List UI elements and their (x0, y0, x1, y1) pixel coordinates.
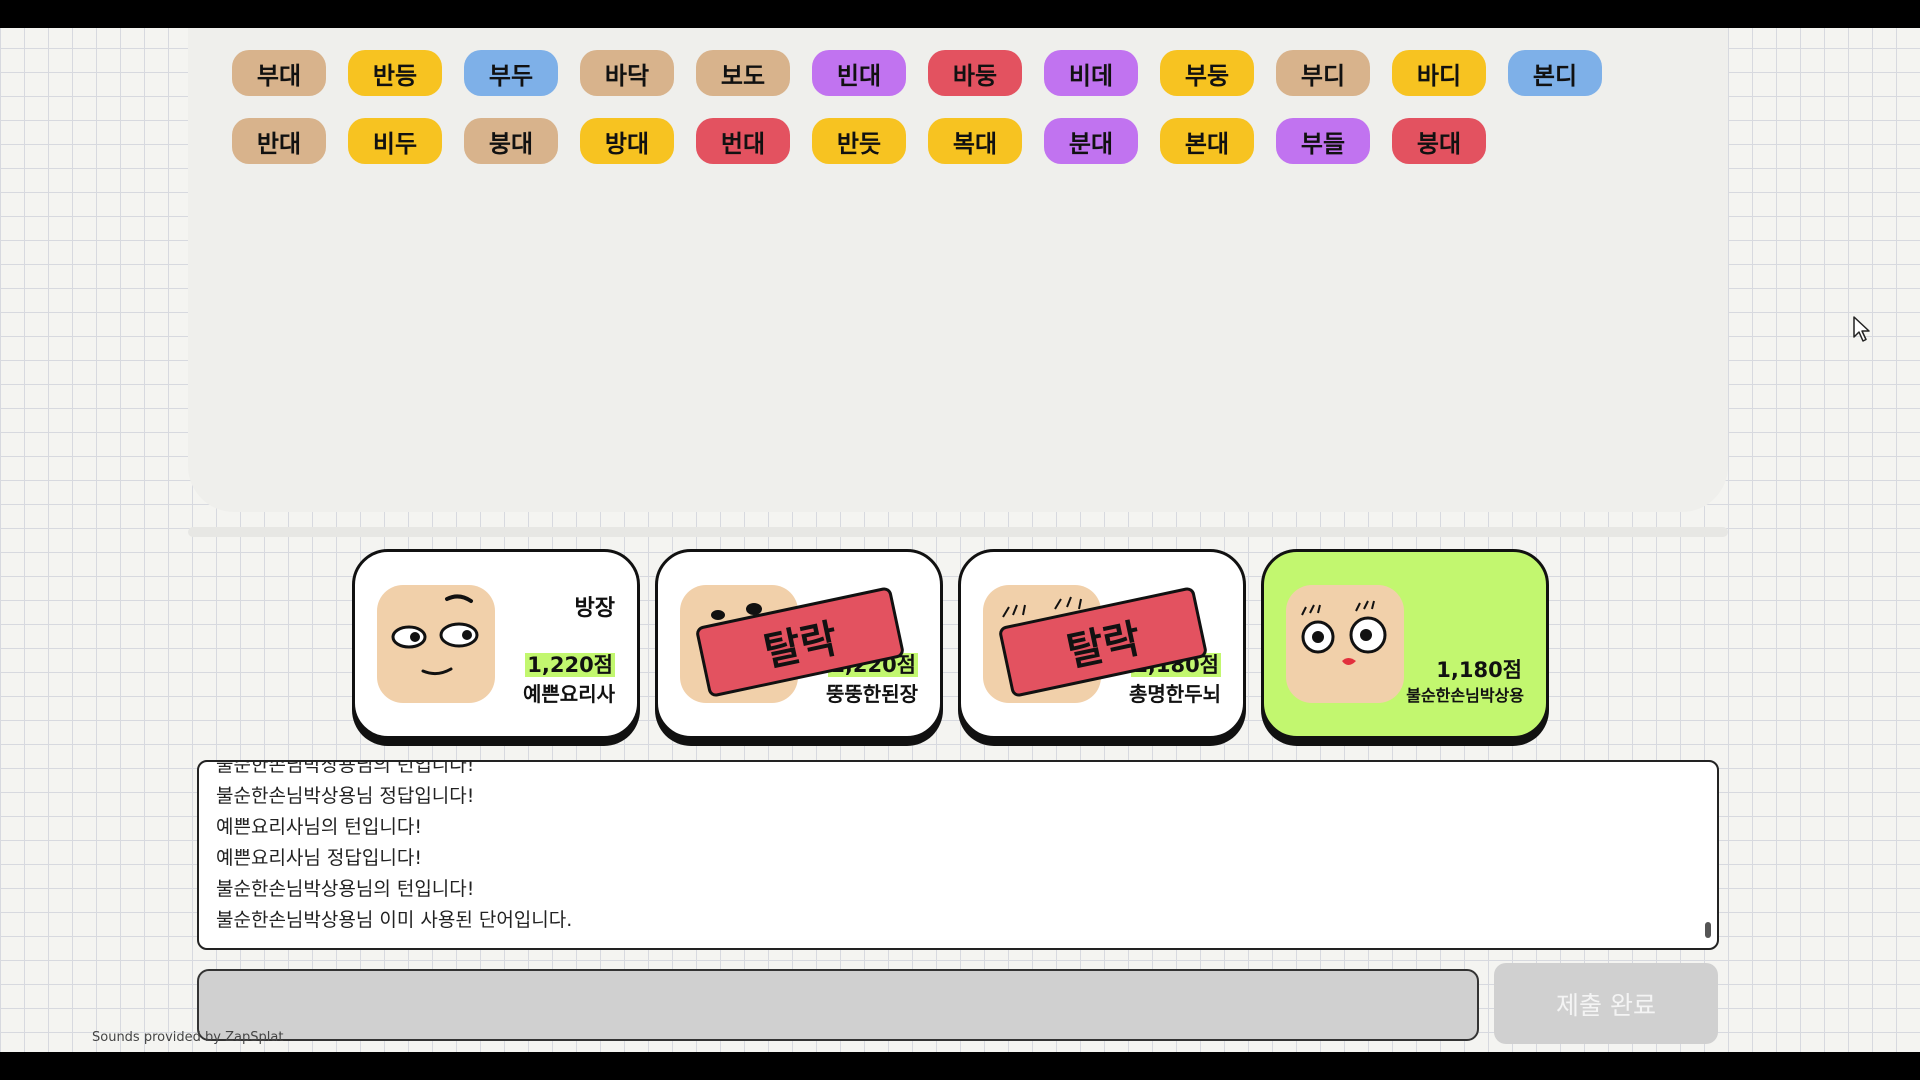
player-name: 뚱뚱한된장 (826, 682, 918, 706)
player-name: 불순한손님박상용 (1406, 686, 1524, 705)
word-chip: 분대 (1044, 118, 1138, 164)
game-log[interactable]: 불순한손님박상용님의 턴입니다! 불순한손님박상용님 정답입니다! 예쁜요리사님의 … (197, 760, 1719, 950)
submit-button[interactable]: 제출 완료 (1494, 963, 1718, 1044)
word-chip: 바디 (1392, 50, 1486, 96)
word-chip: 비데 (1044, 50, 1138, 96)
word-chip: 부디 (1276, 50, 1370, 96)
log-line: 불순한손님박상용님 이미 사용된 단어입니다. (216, 909, 573, 931)
word-chip: 반듯 (812, 118, 906, 164)
host-badge: 방장 (574, 596, 615, 621)
player-avatar (1286, 585, 1404, 703)
log-line: 예쁜요리사님 정답입니다! (216, 847, 422, 869)
top-letterbox (0, 0, 1920, 28)
log-line: 불순한손님박상용님의 턴입니다! (216, 760, 475, 776)
log-line: 불순한손님박상용님의 턴입니다! (216, 878, 475, 900)
player-score: 1,180점 (1436, 658, 1522, 682)
log-line: 불순한손님박상용님 정답입니다! (216, 785, 475, 807)
word-chip: 붕대 (1392, 118, 1486, 164)
word-chip: 비두 (348, 118, 442, 164)
word-chip: 반등 (348, 50, 442, 96)
board-ledge (188, 527, 1728, 537)
word-chip: 부대 (232, 50, 326, 96)
player-score: 1,220점 (525, 653, 615, 677)
bottom-letterbox (0, 1052, 1920, 1080)
word-chip: 빈대 (812, 50, 906, 96)
log-scrollbar-thumb[interactable] (1705, 922, 1711, 938)
word-chip: 바닥 (580, 50, 674, 96)
player-card: 방장 1,220점예쁜요리사 (352, 549, 640, 739)
mouse-cursor-icon (1853, 316, 1870, 342)
game-log-lines: 불순한손님박상용님의 턴입니다! 불순한손님박상용님 정답입니다! 예쁜요리사님의 … (216, 760, 573, 936)
answer-input[interactable] (197, 969, 1479, 1041)
word-chip: 반대 (232, 118, 326, 164)
sound-credit: Sounds provided by ZapSplat (92, 1030, 284, 1045)
word-chip: 바둥 (928, 50, 1022, 96)
player-card: 1,180점 총명한두뇌 탈락 (958, 549, 1246, 739)
player-name: 예쁜요리사 (523, 682, 615, 706)
word-chip: 복대 (928, 118, 1022, 164)
word-chip: 부들 (1276, 118, 1370, 164)
used-words-board: 부대 반등 부두 바닥 보도 빈대 바둥 비데 부둥 부디 바디 본디반대 비두 붕대 방대 번대 반듯 복대 분대… (188, 28, 1728, 512)
player-card: 1,180점불순한손님박상용 (1261, 549, 1549, 739)
word-chip: 본대 (1160, 118, 1254, 164)
log-line: 예쁜요리사님의 턴입니다! (216, 816, 422, 838)
player-avatar (377, 585, 495, 703)
word-chip: 붕대 (464, 118, 558, 164)
word-chip: 부둥 (1160, 50, 1254, 96)
word-chip: 부두 (464, 50, 558, 96)
word-chip: 본디 (1508, 50, 1602, 96)
word-chip: 번대 (696, 118, 790, 164)
word-chip: 보도 (696, 50, 790, 96)
word-chip: 방대 (580, 118, 674, 164)
player-card: 1,220점 뚱뚱한된장 탈락 (655, 549, 943, 739)
player-name: 총명한두뇌 (1129, 682, 1221, 706)
